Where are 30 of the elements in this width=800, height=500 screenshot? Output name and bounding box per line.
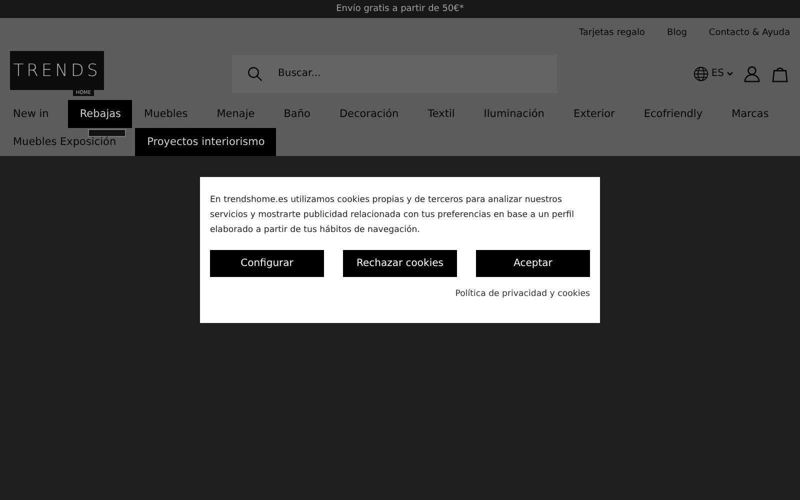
- nav-item[interactable]: Baño: [274, 100, 322, 128]
- cookie-button[interactable]: Aceptar: [476, 250, 590, 277]
- globe-icon: [693, 66, 710, 82]
- promo-text: Envío gratis a partir de 50€*: [0, 0, 800, 18]
- nav-item[interactable]: Muebles Exposición: [3, 128, 128, 156]
- nav-item[interactable]: Iluminación: [474, 100, 556, 128]
- search-icon[interactable]: [246, 64, 264, 82]
- logo[interactable]: TRENDS: [10, 51, 104, 90]
- nav-item[interactable]: Exterior: [563, 100, 626, 128]
- nav-item[interactable]: Ecofriendly: [634, 100, 714, 128]
- nav-item[interactable]: Textil: [418, 100, 466, 128]
- language-selector[interactable]: ES: [693, 66, 734, 82]
- nav-item[interactable]: Decoración: [329, 100, 410, 128]
- nav-item[interactable]: Muebles: [134, 100, 199, 128]
- nav-item[interactable]: Proyectos interiorismo: [135, 128, 276, 156]
- search-field[interactable]: Buscar...: [232, 54, 557, 92]
- privacy-link[interactable]: Política de privacidad y cookies: [455, 289, 590, 299]
- utility-link[interactable]: Tarjetas regalo: [578, 28, 646, 38]
- search-input[interactable]: Buscar...: [276, 67, 540, 80]
- nav-item[interactable]: Marcas: [722, 100, 780, 128]
- nav-item[interactable]: Menaje: [206, 100, 266, 128]
- utility-link[interactable]: Blog: [667, 28, 687, 38]
- chevron-down-icon: [726, 70, 734, 78]
- nav-item[interactable]: New in: [3, 100, 60, 128]
- user-icon[interactable]: [742, 64, 762, 84]
- utility-link[interactable]: Contacto & Ayuda: [708, 28, 790, 38]
- cookie-button[interactable]: Configurar: [210, 250, 324, 277]
- cookie-button[interactable]: Rechazar cookies: [343, 250, 457, 277]
- cookie-text: En trendshome.es utilizamos cookies propias y de terceros para analizar nuestros servicios y mostrarte publicidad relacionada con tus preferencias en base a un perfil elaborado a partir de tus hábitos de navegación.: [210, 194, 575, 237]
- nav-item[interactable]: Rebajas: [68, 100, 132, 128]
